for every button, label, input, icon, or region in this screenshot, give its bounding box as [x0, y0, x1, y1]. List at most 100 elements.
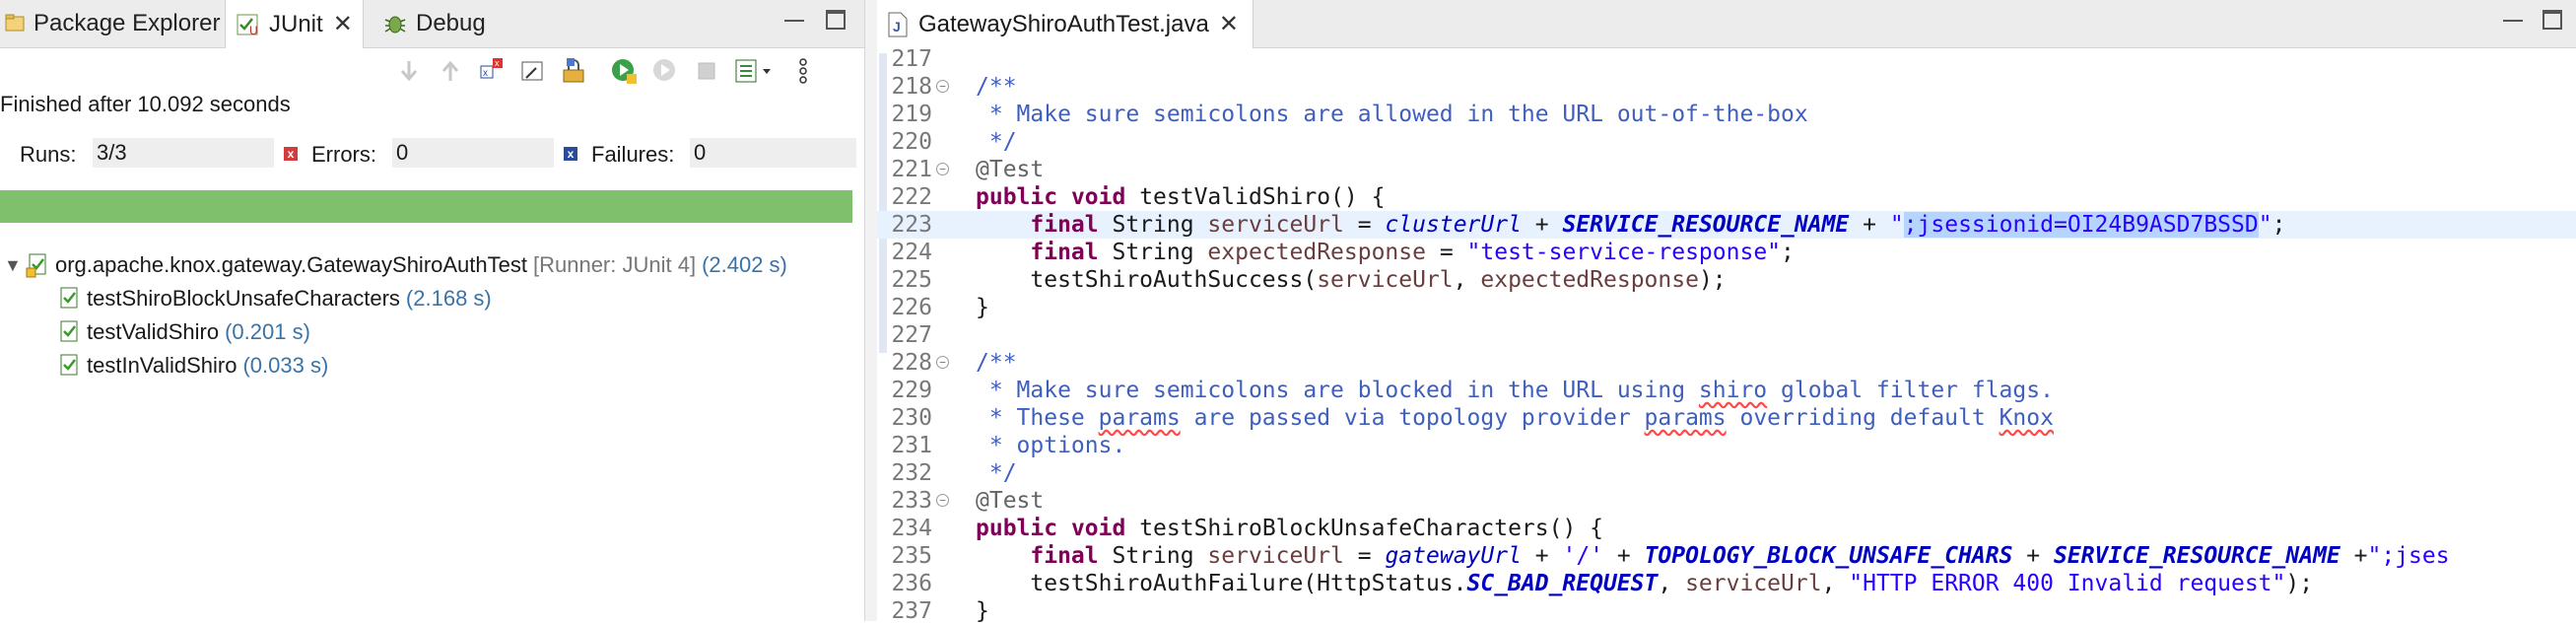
code-line[interactable]: 230 * These params are passed via topolo… [877, 404, 2576, 432]
code-token: ; [2271, 212, 2286, 238]
minimize-icon[interactable] [784, 14, 804, 22]
code-token: " [2258, 212, 2272, 238]
tab-junit[interactable]: U JUnit ✕ [225, 0, 364, 48]
test-time: (2.168 s) [405, 286, 492, 311]
code-line[interactable]: 231 * options. [877, 432, 2576, 459]
rerun-failed-first-icon[interactable] [650, 56, 680, 86]
code-token: serviceUrl [1317, 267, 1454, 293]
tab-java-file[interactable]: J GatewayShiroAuthTest.java ✕ [877, 0, 1254, 48]
view-menu-icon[interactable] [788, 56, 818, 86]
line-number: 227 [891, 322, 932, 348]
code-token: " [1889, 212, 1904, 238]
code-text: @Test [976, 487, 1044, 515]
minimize-icon[interactable] [2503, 14, 2523, 22]
errors-label: Errors: [311, 142, 376, 167]
code-line[interactable]: 221− @Test [877, 156, 2576, 183]
line-number: 219 [891, 102, 932, 127]
tab-package-explorer[interactable]: Package Explorer [4, 0, 220, 47]
maximize-icon[interactable] [826, 10, 846, 30]
code-line[interactable]: 228− /** [877, 349, 2576, 377]
previous-failure-icon[interactable] [436, 56, 465, 86]
code-token: @Test [976, 157, 1045, 182]
line-number: 229 [891, 378, 932, 403]
fold-toggle-icon[interactable]: − [936, 356, 949, 369]
suite-row[interactable]: ▼ org.apache.knox.gateway.GatewayShiroAu… [4, 248, 787, 282]
scroll-lock-icon[interactable] [518, 56, 548, 86]
next-failure-icon[interactable] [394, 56, 424, 86]
fold-toggle-icon[interactable]: − [936, 494, 949, 507]
code-line[interactable]: 222 public void testValidShiro() { [877, 183, 2576, 211]
rerun-test-icon[interactable] [609, 56, 639, 86]
code-text: final String serviceUrl = clusterUrl + S… [976, 211, 2285, 239]
expand-arrow-icon[interactable]: ▼ [4, 255, 26, 276]
stop-icon[interactable] [692, 56, 721, 86]
code-line[interactable]: 218− /** [877, 73, 2576, 101]
code-line[interactable]: 236 testShiroAuthFailure(HttpStatus.SC_B… [877, 570, 2576, 597]
code-line[interactable]: 217 [877, 45, 2576, 73]
java-file-icon: J [887, 12, 909, 37]
code-token: "test-service-response" [1466, 240, 1782, 265]
test-row[interactable]: testInValidShiro (0.033 s) [57, 349, 328, 382]
code-text: * Make sure semicolons are allowed in th… [976, 101, 1808, 128]
code-line[interactable]: 219 * Make sure semicolons are allowed i… [877, 101, 2576, 128]
code-token: * options. [976, 433, 1126, 458]
status-message: Finished after 10.092 seconds [0, 92, 291, 116]
code-token: * These [976, 405, 1099, 431]
code-token: shiro [1698, 378, 1768, 403]
suite-runner: [Runner: JUnit 4] [532, 252, 697, 277]
code-text: * Make sure semicolons are blocked in th… [976, 377, 2054, 404]
code-line[interactable]: 233− @Test [877, 487, 2576, 515]
code-token: , [1821, 571, 1850, 596]
test-row[interactable]: testValidShiro (0.201 s) [57, 315, 310, 349]
code-token: , [1453, 267, 1481, 293]
code-token: params [1098, 405, 1181, 431]
code-token: TOPOLOGY_BLOCK_UNSAFE_CHARS [1644, 543, 2013, 569]
code-line[interactable]: 234 public void testShiroBlockUnsafeChara… [877, 515, 2576, 542]
svg-text:x: x [483, 68, 488, 79]
code-token: /** [976, 350, 1017, 376]
code-line[interactable]: 232 */ [877, 459, 2576, 487]
code-line[interactable]: 223 final String serviceUrl = clusterUrl… [877, 211, 2576, 239]
code-text: final String serviceUrl = gatewayUrl + '… [976, 542, 2450, 570]
code-line[interactable]: 225 testShiroAuthSuccess(serviceUrl, exp… [877, 266, 2576, 294]
sash-divider[interactable] [864, 0, 878, 621]
show-failures-only-icon[interactable]: xx [477, 56, 507, 86]
editor-tab-bar: J GatewayShiroAuthTest.java ✕ [877, 0, 2576, 48]
tab-debug[interactable]: Debug [382, 0, 486, 47]
code-token: String [1098, 240, 1208, 265]
close-icon[interactable]: ✕ [333, 10, 353, 38]
code-text: @Test [976, 156, 1044, 183]
code-text: /** [976, 73, 1017, 101]
fold-toggle-icon[interactable]: − [936, 163, 949, 175]
code-line[interactable]: 226} [877, 294, 2576, 321]
test-row[interactable]: testShiroBlockUnsafeCharacters (2.168 s) [57, 282, 492, 315]
code-line[interactable]: 227 [877, 321, 2576, 349]
fold-toggle-icon[interactable]: − [936, 80, 949, 93]
code-token: SERVICE_RESOURCE_NAME [2054, 543, 2340, 569]
line-number: 217 [891, 46, 932, 72]
failure-icon: x [564, 147, 577, 161]
test-counters: Runs: 3/3 x Errors: 0 x Failures: 0 [0, 138, 864, 174]
code-token: testShiroBlockUnsafeCharacters() { [1125, 516, 1603, 541]
code-editor: J GatewayShiroAuthTest.java ✕ 217 218−/**… [877, 0, 2576, 624]
code-token: final [1030, 212, 1099, 238]
code-token: ";jses [2367, 543, 2450, 569]
history-lock-icon[interactable] [560, 56, 589, 86]
code-text: testShiroAuthFailure(HttpStatus.SC_BAD_R… [976, 570, 2313, 597]
maximize-icon[interactable] [2542, 10, 2562, 30]
suite-time: (2.402 s) [702, 252, 787, 277]
code-token: gatewayUrl [1385, 543, 1522, 569]
code-token: + [1521, 212, 1563, 238]
code-line[interactable]: 220 */ [877, 128, 2576, 156]
line-number: 232 [891, 460, 932, 486]
test-run-history-icon[interactable] [733, 56, 777, 86]
code-text: * These params are passed via topology p… [976, 404, 2054, 432]
code-line[interactable]: 235 final String serviceUrl = gatewayUrl… [877, 542, 2576, 570]
close-icon[interactable]: ✕ [1219, 10, 1239, 38]
code-token: + [2012, 543, 2054, 569]
code-line[interactable]: 224 final String expectedResponse = "tes… [877, 239, 2576, 266]
errors-value: 0 [392, 138, 554, 168]
code-line[interactable]: 229 * Make sure semicolons are blocked i… [877, 377, 2576, 404]
line-number: 224 [891, 240, 932, 265]
